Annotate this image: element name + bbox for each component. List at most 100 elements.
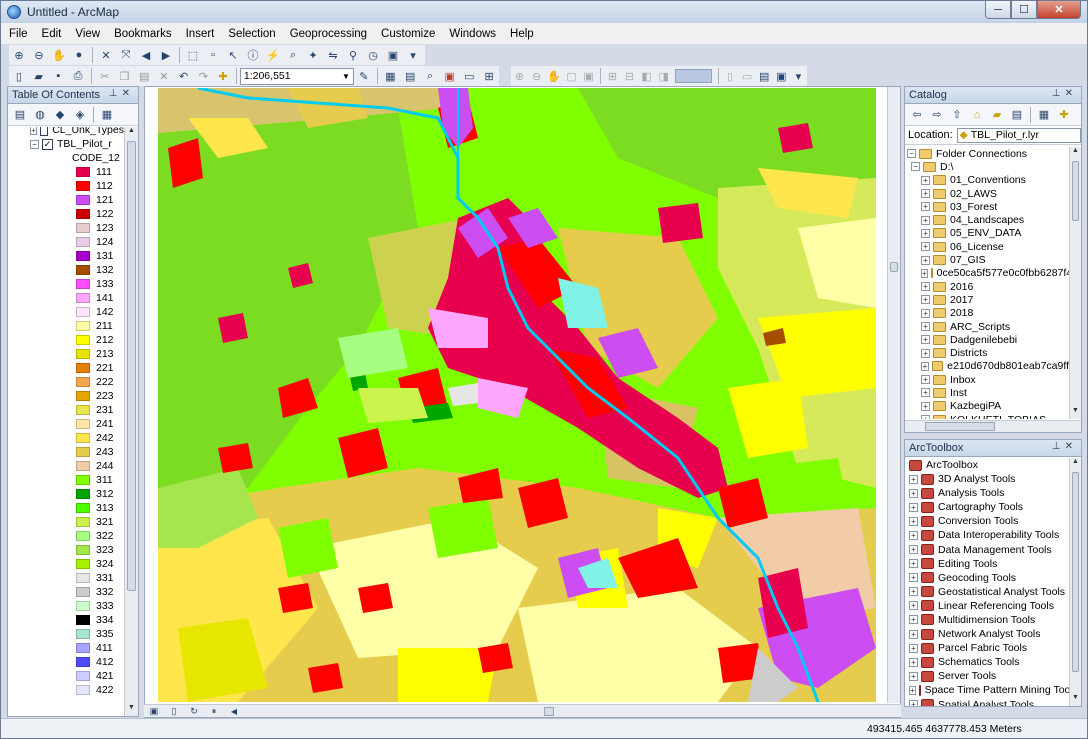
toolbox-node[interactable]: + Spatial Analyst Tools <box>909 698 1069 706</box>
up-level-icon[interactable]: ⇧ <box>949 107 965 123</box>
folder-node[interactable]: +01_Conventions <box>907 174 1069 187</box>
toolbox-node[interactable]: + Cartography Tools <box>909 500 1069 514</box>
layout-pan-icon[interactable]: ✋ <box>547 68 561 84</box>
time-slider-icon[interactable]: ◷ <box>365 47 381 63</box>
toolbox-node[interactable]: + Space Time Pattern Mining Tools <box>909 683 1069 697</box>
legend-item[interactable]: 212 <box>30 333 124 347</box>
home-folder-icon[interactable]: ⌂ <box>969 107 985 123</box>
menu-customize[interactable]: Customize <box>381 28 435 40</box>
zoom-out-icon[interactable]: ⊖ <box>31 47 47 63</box>
list-by-drawing-order-icon[interactable]: ▤ <box>12 107 28 123</box>
fixed-zoom-in-icon[interactable]: ✕ <box>98 47 114 63</box>
zoom-in-icon[interactable]: ⊕ <box>11 47 27 63</box>
expand-icon[interactable]: + <box>921 255 930 265</box>
layout-zoom-combo[interactable] <box>675 69 712 83</box>
list-by-selection-icon[interactable]: ◈ <box>72 107 88 123</box>
folder-node[interactable]: +2016 <box>907 280 1069 293</box>
go-to-xy-icon[interactable]: ✦ <box>305 47 321 63</box>
expand-icon[interactable]: + <box>909 545 918 555</box>
folder-node[interactable]: + ARC_Scripts <box>907 320 1069 333</box>
collapse-icon[interactable]: − <box>907 149 916 159</box>
folder-node[interactable]: + e210d670db801eab7ca9ff <box>907 360 1069 373</box>
cut-icon[interactable]: ✂ <box>97 68 113 84</box>
forward-icon[interactable]: ▶ <box>158 47 174 63</box>
h-scroll-thumb[interactable] <box>544 706 554 716</box>
layout-fixed-out-icon[interactable]: ⊟ <box>623 68 636 84</box>
scroll-up-icon[interactable]: ▲ <box>125 127 138 139</box>
layer-checkbox[interactable] <box>39 127 49 136</box>
collapse-icon[interactable]: − <box>30 139 39 149</box>
expand-icon[interactable]: + <box>909 573 918 583</box>
toolbox-node[interactable]: + Data Management Tools <box>909 542 1069 556</box>
legend-item[interactable]: 142 <box>30 305 124 319</box>
legend-item[interactable]: 121 <box>30 193 124 207</box>
layer-row[interactable]: + CL_Unk_Types <box>30 127 124 137</box>
hyperlink-icon[interactable]: ⚲ <box>345 47 361 63</box>
folder-node[interactable]: +04_Landscapes <box>907 213 1069 226</box>
toolbox-node[interactable]: + Network Analyst Tools <box>909 627 1069 641</box>
legend-item[interactable]: 412 <box>30 655 124 669</box>
toolbox-node[interactable]: + Data Interoperability Tools <box>909 528 1069 542</box>
toc-scrollbar[interactable]: ▲ ▼ <box>124 127 138 716</box>
folder-node[interactable]: +07_GIS <box>907 253 1069 266</box>
catalog-forward-icon[interactable]: ⇨ <box>929 107 945 123</box>
arctoolbox-root[interactable]: ArcToolbox <box>909 458 1069 472</box>
legend-item[interactable]: 123 <box>30 221 124 235</box>
location-input[interactable]: ◆ TBL_Pilot_r.lyr <box>956 127 1081 143</box>
expand-icon[interactable]: + <box>921 268 928 278</box>
toolbox-node[interactable]: + Parcel Fabric Tools <box>909 641 1069 655</box>
legend-item[interactable]: 331 <box>30 571 124 585</box>
layout-fixed-in-icon[interactable]: ⊞ <box>606 68 619 84</box>
layout-back-icon[interactable]: ◧ <box>640 68 653 84</box>
expand-icon[interactable]: + <box>921 189 930 199</box>
map-scroll-thumb[interactable] <box>890 262 898 272</box>
expand-icon[interactable]: + <box>909 516 918 526</box>
expand-icon[interactable]: + <box>921 348 930 358</box>
expand-icon[interactable]: + <box>921 282 930 292</box>
new-document-icon[interactable]: ▯ <box>11 68 27 84</box>
views-icon[interactable]: ▦ <box>1036 107 1052 123</box>
new-folder-icon[interactable]: ✚ <box>1056 107 1072 123</box>
collapse-icon[interactable]: − <box>911 162 920 172</box>
toggle-contents-icon[interactable]: ▤ <box>1009 107 1025 123</box>
menu-file[interactable]: File <box>9 28 28 40</box>
layout-view-icon[interactable]: ▯ <box>166 703 182 719</box>
legend-item[interactable]: 243 <box>30 445 124 459</box>
legend-item[interactable]: 231 <box>30 403 124 417</box>
folder-node[interactable]: +0ce50ca5f577e0c0fbb6287f4c <box>907 267 1069 280</box>
map-canvas[interactable] <box>158 88 876 702</box>
folder-node[interactable]: + KOLKHETI_TOBIAS <box>907 413 1069 419</box>
expand-icon[interactable]: + <box>909 671 918 681</box>
menu-view[interactable]: View <box>75 28 100 40</box>
expand-icon[interactable]: + <box>909 502 918 512</box>
legend-item[interactable]: 221 <box>30 361 124 375</box>
list-by-visibility-icon[interactable]: ◆ <box>52 107 68 123</box>
legend-item[interactable]: 333 <box>30 599 124 613</box>
pin-close-icons[interactable]: ⊥✕ <box>1052 441 1077 452</box>
menu-bookmarks[interactable]: Bookmarks <box>114 28 172 40</box>
expand-icon[interactable]: + <box>921 361 929 371</box>
legend-item[interactable]: 312 <box>30 487 124 501</box>
pause-drawing-icon[interactable]: ⏸ <box>206 703 222 719</box>
refresh-icon[interactable]: ↻ <box>186 703 202 719</box>
expand-icon[interactable]: + <box>921 308 930 318</box>
expand-icon[interactable]: + <box>921 322 930 331</box>
legend-item[interactable]: 421 <box>30 669 124 683</box>
legend-item[interactable]: 334 <box>30 613 124 627</box>
toolbox-node[interactable]: + Linear Referencing Tools <box>909 599 1069 613</box>
folder-node[interactable]: + Inbox <box>907 373 1069 386</box>
zoom-whole-page-icon[interactable]: ▢ <box>565 68 578 84</box>
map-scale-combo[interactable]: 1:206,551 ▼ <box>239 67 354 85</box>
toolbox-scrollbar[interactable]: ▲ ▼ <box>1069 458 1081 706</box>
model-builder-icon[interactable]: ⊞ <box>481 68 497 84</box>
scroll-thumb[interactable] <box>1072 161 1079 221</box>
legend-item[interactable]: 112 <box>30 179 124 193</box>
legend-item[interactable]: 132 <box>30 263 124 277</box>
legend-item[interactable]: 213 <box>30 347 124 361</box>
layout-zoom-out-icon[interactable]: ⊖ <box>530 68 543 84</box>
legend-item[interactable]: 324 <box>30 557 124 571</box>
toolbox-node[interactable]: + Server Tools <box>909 669 1069 683</box>
print-icon[interactable]: ⎙ <box>70 68 86 84</box>
folder-node[interactable]: +02_LAWS <box>907 187 1069 200</box>
expand-icon[interactable]: + <box>921 242 930 252</box>
